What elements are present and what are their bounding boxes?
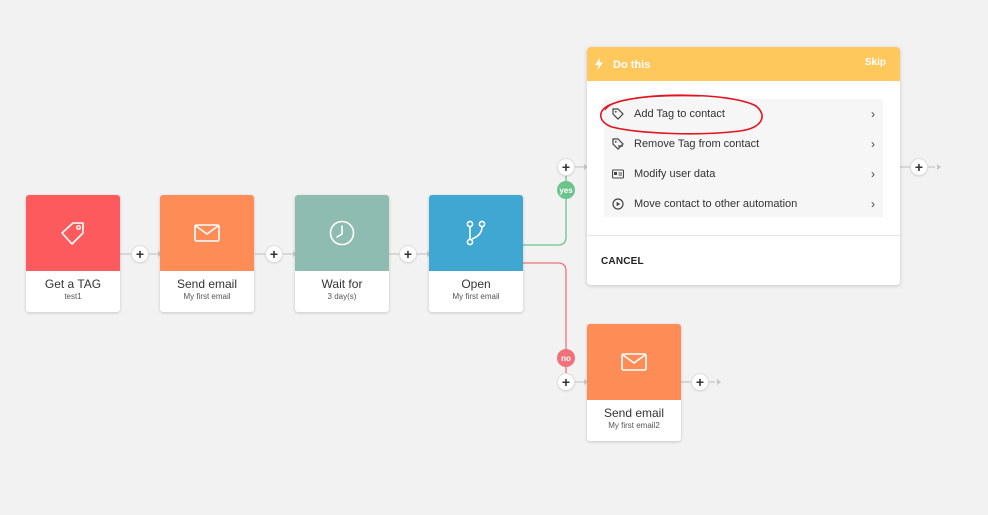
action-node-send-email-2[interactable]: Send email My first email2	[587, 324, 681, 441]
skip-button[interactable]: Skip	[865, 57, 886, 68]
chevron-right-icon: ›	[871, 107, 875, 121]
node-title: Open	[461, 277, 491, 291]
panel-header: Do this Skip	[587, 47, 900, 81]
branch-no-badge: no	[557, 349, 575, 367]
node-subtitle: 3 day(s)	[327, 292, 357, 301]
node-header	[160, 195, 254, 271]
plus-icon: +	[561, 158, 571, 175]
chevron-right-icon: ›	[871, 167, 875, 181]
add-step-no-button[interactable]: +	[558, 374, 574, 390]
plus-icon: +	[914, 158, 924, 175]
action-picker-panel: Do this Skip Add Tag to contact › Remove…	[587, 47, 900, 285]
tag-icon	[61, 222, 84, 245]
envelope-icon	[621, 353, 647, 371]
node-header	[26, 195, 120, 271]
node-subtitle: My first email	[452, 292, 500, 301]
option-label: Add Tag to contact	[634, 108, 725, 120]
play-circle-icon	[612, 198, 624, 210]
add-step-button[interactable]: +	[911, 159, 927, 175]
option-label: Remove Tag from contact	[634, 138, 760, 150]
tag-remove-icon	[612, 138, 624, 150]
node-subtitle: test1	[64, 292, 82, 301]
tag-add-icon	[612, 108, 624, 120]
plus-icon: +	[135, 245, 145, 262]
node-title: Wait for	[321, 277, 363, 291]
chevron-right-icon: ›	[871, 197, 875, 211]
plus-icon: +	[695, 373, 705, 390]
node-header	[429, 195, 523, 271]
option-move-contact[interactable]: Move contact to other automation ›	[604, 189, 883, 219]
action-node-send-email[interactable]: Send email My first email	[160, 195, 254, 312]
automation-canvas: Get a TAG test1 Send email My first emai…	[0, 0, 988, 515]
envelope-icon	[194, 224, 220, 242]
action-node-wait[interactable]: Wait for 3 day(s)	[295, 195, 389, 312]
plus-icon: +	[403, 245, 413, 262]
lightning-icon	[595, 58, 603, 70]
trigger-node-get-tag[interactable]: Get a TAG test1	[26, 195, 120, 312]
option-modify-user-data[interactable]: Modify user data ›	[604, 159, 883, 189]
branch-yes-badge: yes	[557, 181, 575, 199]
node-subtitle: My first email	[183, 292, 231, 301]
node-header	[587, 324, 681, 400]
option-label: Move contact to other automation	[634, 198, 798, 210]
add-step-button[interactable]: +	[266, 246, 282, 262]
add-step-button[interactable]: +	[132, 246, 148, 262]
add-step-button[interactable]: +	[692, 374, 708, 390]
node-title: Send email	[603, 406, 665, 420]
cancel-button[interactable]: CANCEL	[601, 256, 644, 267]
plus-icon: +	[269, 245, 279, 262]
chevron-right-icon: ›	[871, 137, 875, 151]
node-header	[295, 195, 389, 271]
node-title: Send email	[176, 277, 238, 291]
add-step-yes-button[interactable]: +	[558, 159, 574, 175]
panel-title: Do this	[613, 59, 651, 71]
plus-icon: +	[561, 373, 571, 390]
add-step-button[interactable]: +	[400, 246, 416, 262]
node-subtitle: My first email2	[608, 421, 660, 430]
clock-icon	[329, 220, 355, 246]
option-remove-tag[interactable]: Remove Tag from contact ›	[604, 129, 883, 159]
node-title: Get a TAG	[44, 277, 102, 291]
action-options-list: Add Tag to contact › Remove Tag from con…	[604, 99, 883, 217]
condition-node-open[interactable]: Open My first email	[429, 195, 523, 312]
id-card-icon	[612, 169, 624, 179]
divider	[587, 235, 900, 236]
branch-icon	[466, 220, 486, 246]
option-add-tag[interactable]: Add Tag to contact ›	[604, 99, 883, 129]
option-label: Modify user data	[634, 168, 716, 180]
